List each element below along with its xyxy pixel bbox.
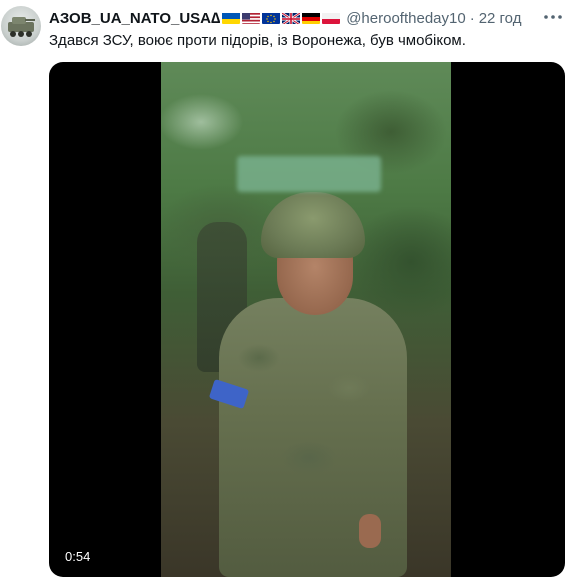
video-duration: 0:54: [61, 548, 95, 565]
display-name[interactable]: АЗОВ_UA_NATO_USA: [49, 10, 211, 27]
poland-flag-icon: [322, 12, 341, 24]
tweet-header: АЗОВ_UA_NATO_USA ∆ @herooftheday10 · 22 …: [49, 8, 571, 28]
soldier-helmet: [261, 192, 365, 258]
display-name-suffix: ∆: [211, 9, 221, 27]
tweet-text: Здався ЗСУ, воює проти підорів, із Ворон…: [49, 32, 466, 49]
video-frame: [161, 62, 451, 577]
usa-flag-icon: [242, 12, 261, 24]
avatar[interactable]: [1, 6, 41, 46]
armored-vehicle-avatar-icon: [8, 17, 35, 37]
ukraine-flag-icon: [222, 12, 241, 24]
separator-dot: ·: [469, 9, 475, 27]
blurred-region: [237, 156, 381, 192]
flag-emojis: [222, 12, 342, 24]
more-horizontal-icon: [544, 15, 562, 19]
eu-flag-icon: [262, 12, 281, 24]
uk-flag-icon: [282, 12, 301, 24]
germany-flag-icon: [302, 12, 321, 24]
more-options-button[interactable]: [543, 8, 563, 26]
tweet-timestamp[interactable]: 22 год: [479, 10, 522, 27]
user-handle[interactable]: @herooftheday10: [346, 10, 465, 27]
soldier-hand: [359, 514, 381, 548]
video-player[interactable]: 0:54: [49, 62, 565, 577]
